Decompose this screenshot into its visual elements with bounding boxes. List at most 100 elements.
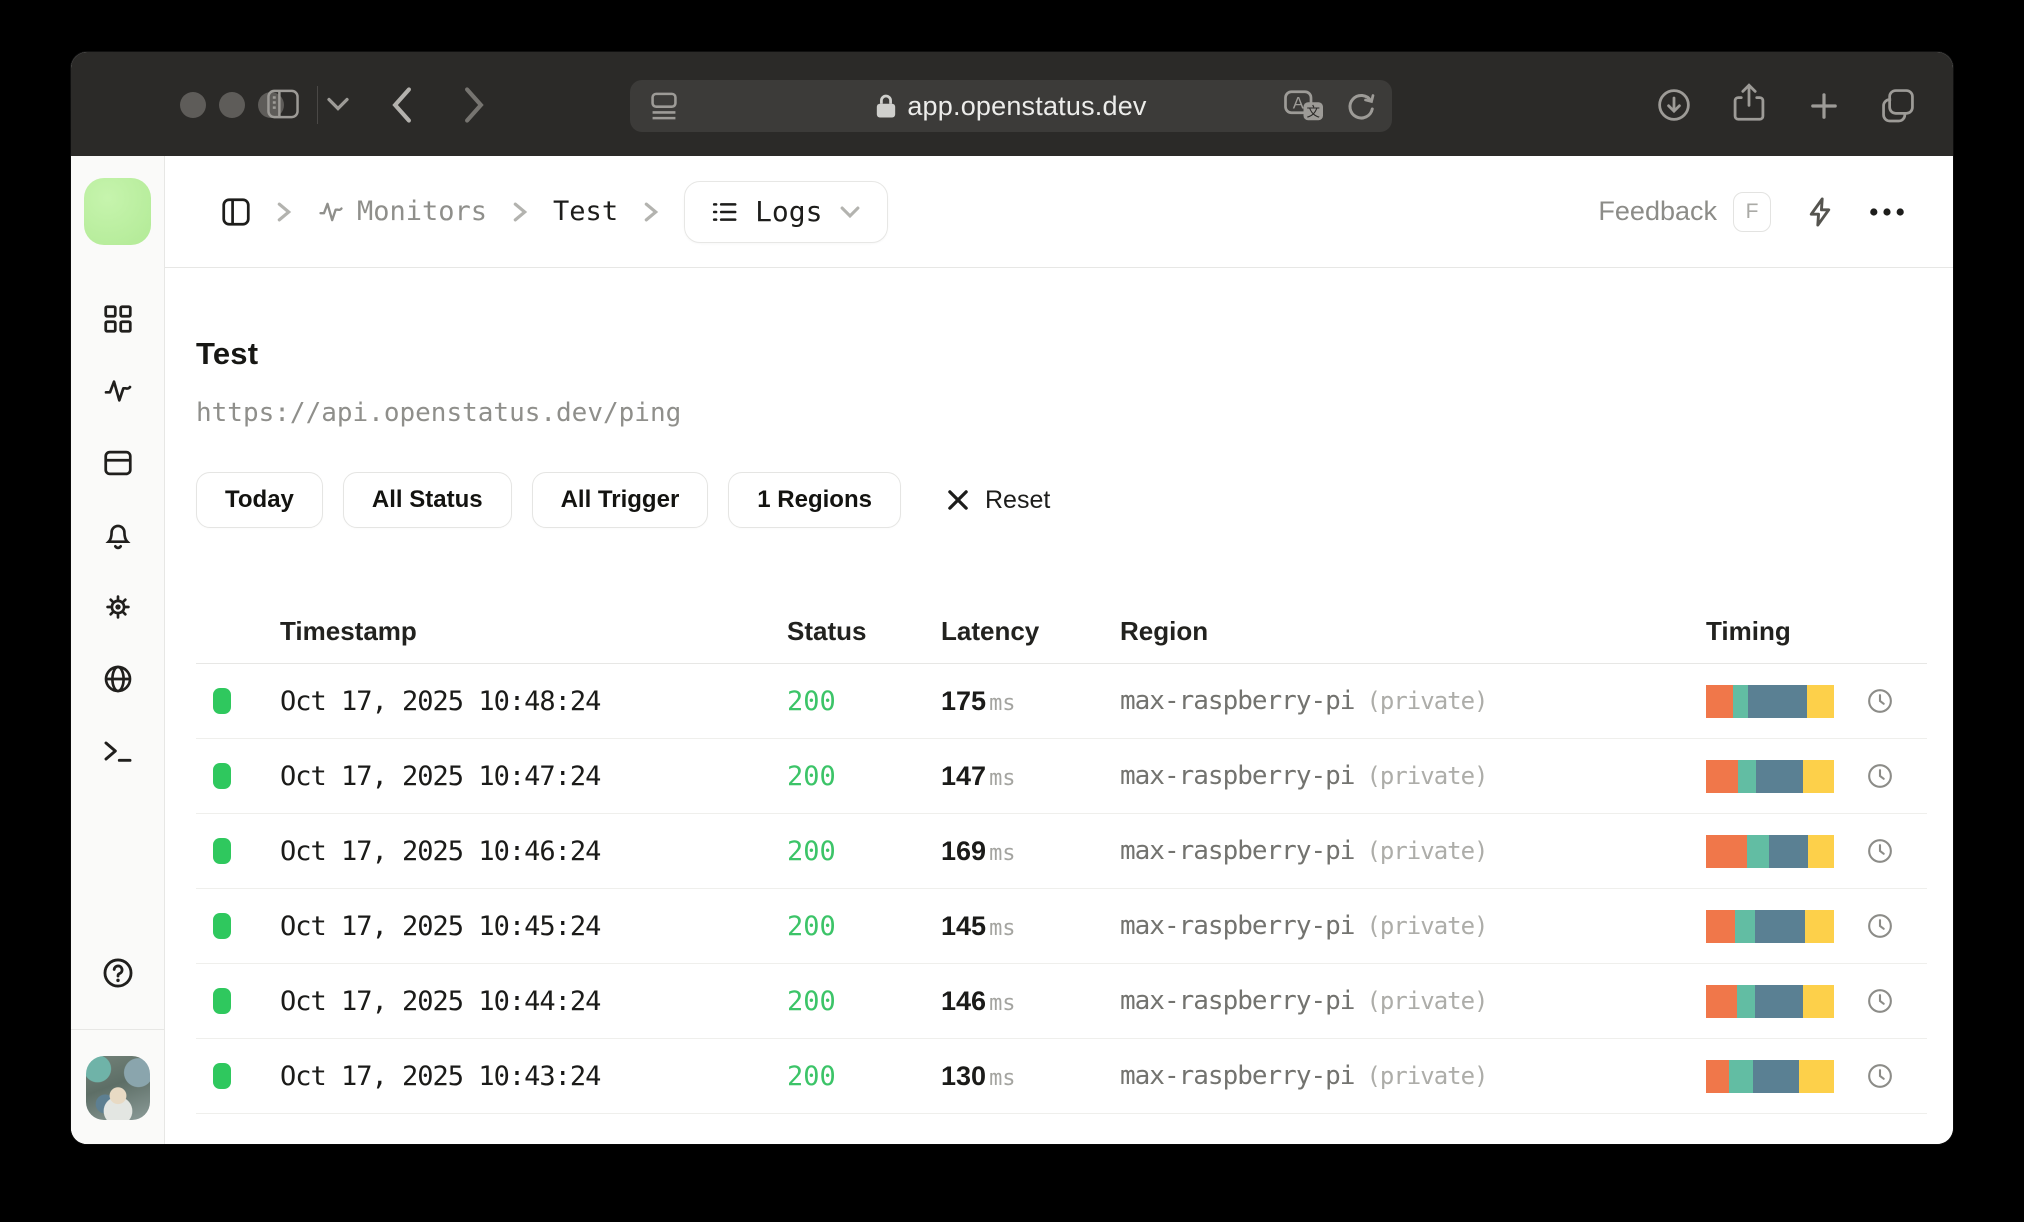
timing-segment bbox=[1729, 1059, 1754, 1093]
timing-segment bbox=[1706, 759, 1738, 793]
row-status: 200 bbox=[787, 685, 836, 717]
row-timestamp: Oct 17, 2025 10:43:24 bbox=[280, 1060, 601, 1092]
chevron-right-icon bbox=[275, 201, 293, 223]
bell-icon bbox=[103, 519, 133, 551]
timing-segment bbox=[1706, 909, 1736, 943]
timing-segment bbox=[1706, 1059, 1730, 1093]
reset-label: Reset bbox=[984, 485, 1051, 514]
help-icon bbox=[101, 956, 135, 990]
timing-segment bbox=[1706, 684, 1733, 718]
breadcrumb-monitors-label: Monitors bbox=[357, 196, 488, 227]
timing-segment bbox=[1736, 984, 1755, 1018]
chevron-down-icon[interactable] bbox=[326, 96, 350, 112]
row-status: 200 bbox=[787, 910, 836, 942]
sidebar-item-settings[interactable] bbox=[71, 571, 165, 643]
timing-segment bbox=[1807, 684, 1834, 718]
row-timestamp: Oct 17, 2025 10:45:24 bbox=[280, 910, 601, 942]
feedback-label: Feedback bbox=[1598, 196, 1717, 226]
panel-toggle-icon[interactable] bbox=[221, 197, 251, 227]
translate-icon[interactable]: A 文 bbox=[1284, 90, 1326, 122]
filter-trigger-button[interactable]: All Trigger bbox=[531, 472, 709, 528]
table-row[interactable]: Oct 17, 2025 10:44:24 200 146 ms max-rasp… bbox=[196, 964, 1927, 1039]
chevron-right-icon bbox=[642, 201, 660, 223]
activity-icon bbox=[319, 202, 343, 221]
row-status: 200 bbox=[787, 760, 836, 792]
browser-titlebar: app.openstatus.dev A 文 bbox=[71, 52, 1953, 156]
timing-segment bbox=[1803, 759, 1834, 793]
timing-segment bbox=[1755, 759, 1804, 793]
sidebar-item-monitors[interactable] bbox=[71, 355, 165, 427]
filter-status-button[interactable]: All Status bbox=[342, 472, 512, 528]
timing-segment bbox=[1748, 684, 1808, 718]
minimize-window-button[interactable] bbox=[219, 92, 245, 118]
reset-filters-button[interactable]: Reset bbox=[945, 486, 1050, 515]
view-selector-button[interactable]: Logs bbox=[684, 180, 888, 243]
filter-date-button[interactable]: Today bbox=[196, 472, 323, 528]
row-timing bbox=[1706, 759, 1866, 793]
row-timing bbox=[1706, 984, 1866, 1018]
timing-segment bbox=[1706, 984, 1737, 1018]
status-indicator bbox=[213, 1063, 231, 1089]
view-selector-label: Logs bbox=[755, 195, 823, 228]
feedback-button[interactable]: Feedback F bbox=[1598, 191, 1771, 232]
status-page-icon bbox=[103, 449, 133, 477]
breadcrumb-monitors[interactable]: Monitors bbox=[317, 196, 487, 227]
table-row[interactable]: Oct 17, 2025 10:47:24 200 147 ms max-rasp… bbox=[196, 739, 1927, 814]
filter-regions-button[interactable]: 1 Regions bbox=[728, 472, 901, 528]
user-avatar[interactable] bbox=[85, 1056, 150, 1120]
timing-segment bbox=[1799, 1059, 1834, 1093]
share-icon[interactable] bbox=[1732, 82, 1766, 124]
list-icon bbox=[711, 199, 739, 225]
row-timestamp: Oct 17, 2025 10:48:24 bbox=[280, 685, 601, 717]
col-status: Status bbox=[787, 616, 867, 646]
workspace-logo[interactable] bbox=[84, 178, 151, 245]
sidebar-item-regions[interactable] bbox=[71, 643, 165, 715]
row-timing bbox=[1706, 909, 1866, 943]
quick-actions-button[interactable] bbox=[1805, 196, 1835, 228]
address-bar[interactable]: app.openstatus.dev A 文 bbox=[630, 80, 1392, 132]
svg-text:文: 文 bbox=[1307, 105, 1321, 120]
sidebar-item-cli[interactable] bbox=[71, 715, 165, 787]
chevron-down-icon bbox=[839, 204, 861, 220]
new-tab-icon[interactable] bbox=[1808, 90, 1840, 122]
sidebar-item-dashboard[interactable] bbox=[71, 283, 165, 355]
table-row[interactable]: Oct 17, 2025 10:48:24 200 175 ms max-rasp… bbox=[196, 664, 1927, 739]
row-region: max-raspberry-pi (private) bbox=[1120, 986, 1489, 1016]
globe-icon bbox=[102, 663, 134, 695]
page-title: Test bbox=[196, 336, 259, 371]
status-indicator bbox=[213, 913, 231, 939]
tab-overview-icon[interactable] bbox=[1879, 86, 1917, 124]
sidebar-item-status-pages[interactable] bbox=[71, 427, 165, 499]
sidebar-toggle-icon[interactable] bbox=[265, 88, 301, 120]
more-menu-button[interactable] bbox=[1869, 206, 1905, 218]
address-text: app.openstatus.dev bbox=[630, 91, 1392, 122]
breadcrumb-monitor-name[interactable]: Test bbox=[553, 196, 618, 227]
table-body: Oct 17, 2025 10:48:24 200 175 ms max-rasp… bbox=[196, 664, 1927, 1114]
clock-icon bbox=[1866, 912, 1927, 940]
activity-icon bbox=[102, 375, 134, 407]
row-latency: 145 ms bbox=[941, 910, 1016, 941]
timing-segment bbox=[1754, 909, 1805, 943]
x-icon bbox=[945, 487, 971, 513]
downloads-icon[interactable] bbox=[1657, 88, 1691, 122]
table-row[interactable]: Oct 17, 2025 10:46:24 200 169 ms max-rasp… bbox=[196, 814, 1927, 889]
forward-icon[interactable] bbox=[461, 86, 487, 124]
clock-icon bbox=[1866, 762, 1927, 790]
timing-bar bbox=[1706, 684, 1834, 718]
back-icon[interactable] bbox=[389, 86, 415, 124]
table-row[interactable]: Oct 17, 2025 10:45:24 200 145 ms max-rasp… bbox=[196, 889, 1927, 964]
row-latency: 130 ms bbox=[941, 1060, 1016, 1091]
app-header: Monitors Test Logs Feedback F bbox=[165, 156, 1953, 268]
close-window-button[interactable] bbox=[180, 92, 206, 118]
clock-icon bbox=[1866, 687, 1927, 715]
main-content: Test https://api.openstatus.dev/ping Tod… bbox=[165, 268, 1953, 1144]
lock-icon bbox=[877, 94, 896, 118]
clock-icon bbox=[1866, 987, 1927, 1015]
table-row[interactable]: Oct 17, 2025 10:43:24 200 130 ms max-rasp… bbox=[196, 1039, 1927, 1114]
row-status: 200 bbox=[787, 835, 836, 867]
status-indicator bbox=[213, 838, 231, 864]
reload-icon[interactable] bbox=[1346, 90, 1376, 122]
help-button[interactable] bbox=[71, 945, 165, 1001]
timing-bar bbox=[1706, 1059, 1834, 1093]
sidebar-item-notifications[interactable] bbox=[71, 499, 165, 571]
